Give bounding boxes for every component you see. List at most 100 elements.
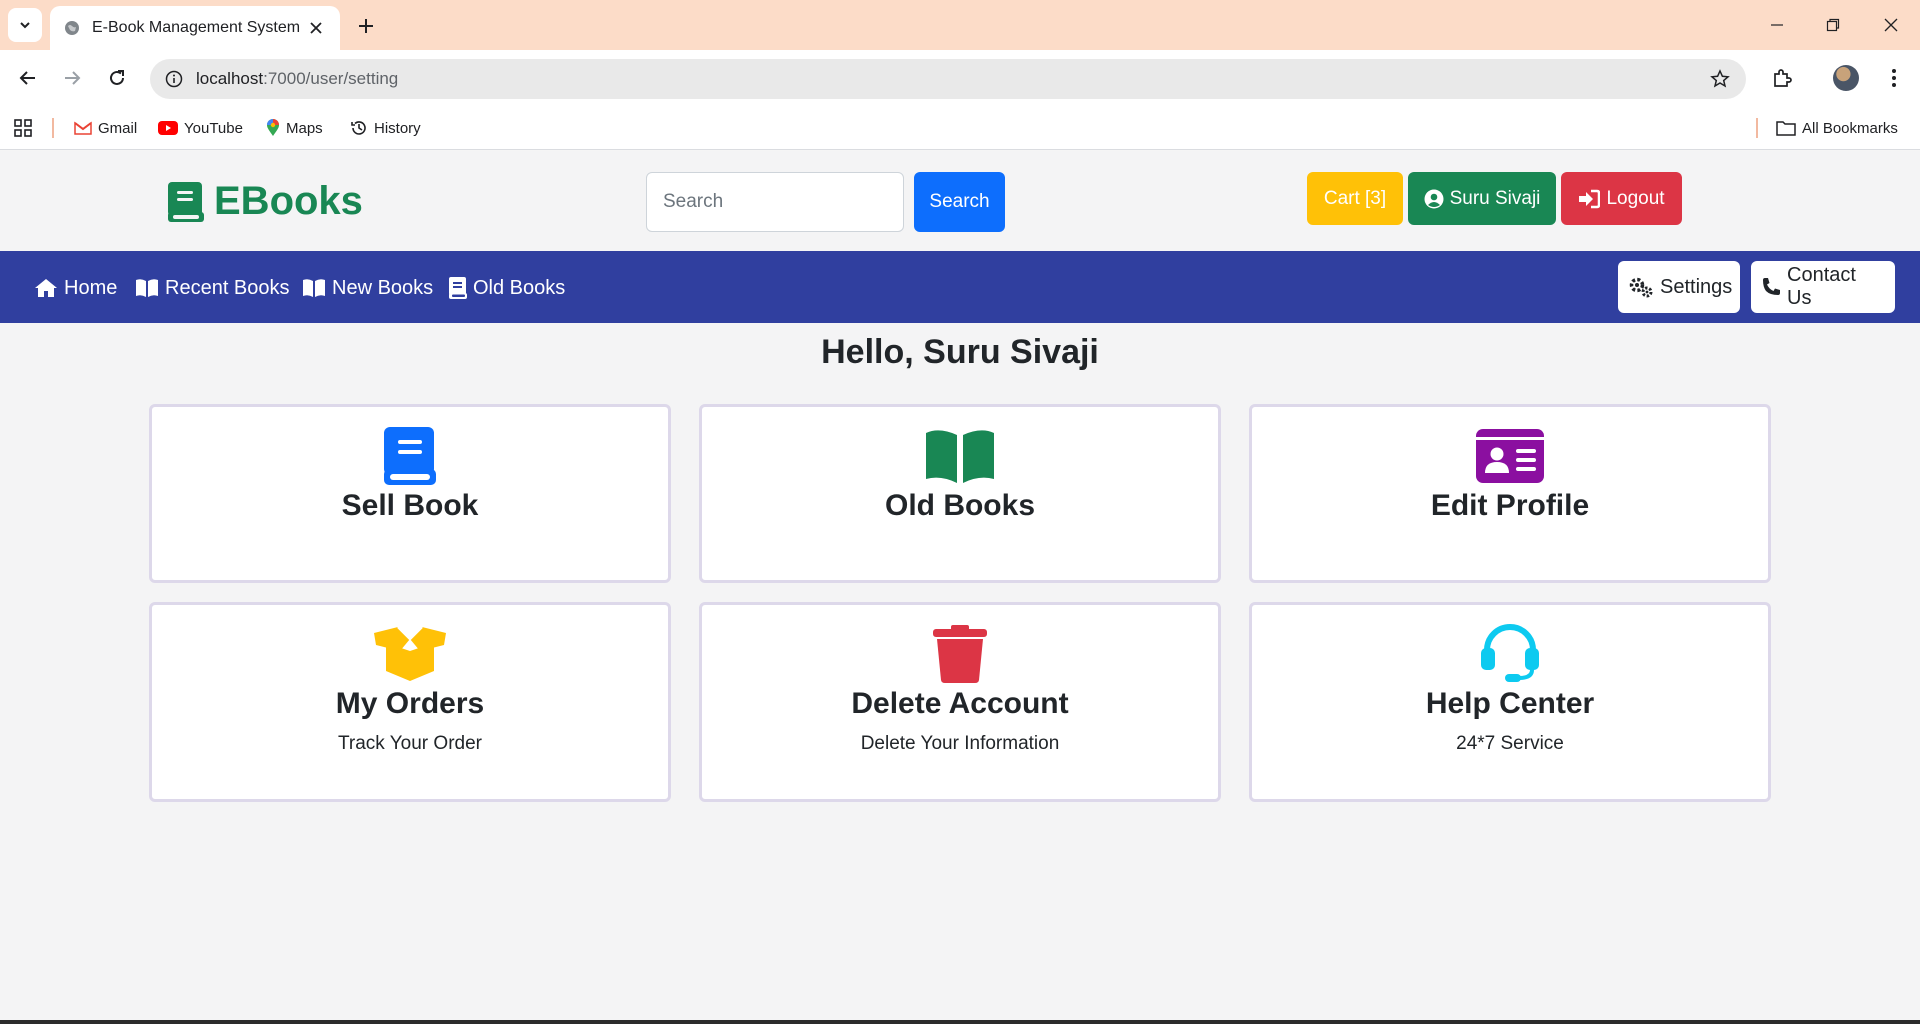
minimize-button[interactable] <box>1762 10 1792 40</box>
cart-button[interactable]: Cart [3] <box>1307 172 1403 225</box>
history-icon <box>350 119 368 137</box>
card-help-center[interactable]: Help Center 24*7 Service <box>1249 602 1771 802</box>
new-tab-button[interactable] <box>352 12 380 40</box>
user-profile-button[interactable]: Suru Sivaji <box>1408 172 1556 225</box>
maps-pin-icon <box>266 119 280 137</box>
nav-recent-books[interactable]: Recent Books <box>135 273 290 303</box>
bookmark-star-icon[interactable] <box>1708 67 1732 91</box>
close-window-button[interactable] <box>1876 10 1906 40</box>
chevron-down-icon <box>20 22 30 29</box>
headset-icon <box>1479 624 1541 683</box>
bookmarks-bar: Gmail YouTube Maps History All Bookmarks <box>0 106 1920 150</box>
minimize-icon <box>1771 24 1783 26</box>
address-bar[interactable]: localhost:7000/user/setting <box>150 59 1746 99</box>
avatar <box>1833 65 1859 91</box>
bookmarks-divider <box>52 118 54 138</box>
bookmark-label: History <box>374 119 421 137</box>
card-title: Delete Account <box>851 687 1069 720</box>
arrow-left-icon <box>19 71 35 85</box>
bookmark-label: YouTube <box>184 119 243 137</box>
logo-text: EBooks <box>214 179 363 223</box>
book-icon <box>449 277 467 299</box>
card-title: Sell Book <box>341 489 479 522</box>
card-edit-profile[interactable]: Edit Profile <box>1249 404 1771 583</box>
site-info-icon[interactable] <box>164 69 184 89</box>
nav-contact-button[interactable]: Contact Us <box>1751 261 1895 313</box>
card-title: Edit Profile <box>1430 489 1590 522</box>
id-card-icon <box>1476 427 1544 485</box>
nav-new-books[interactable]: New Books <box>302 273 433 303</box>
menu-button[interactable] <box>1878 62 1910 94</box>
bookmark-maps[interactable]: Maps <box>266 116 323 140</box>
bookmark-history[interactable]: History <box>350 116 421 140</box>
card-subtitle: 24*7 Service <box>1456 733 1564 754</box>
card-sell-book[interactable]: Sell Book <box>149 404 671 583</box>
page: EBooks Search Cart [3] Suru Sivaji Logou… <box>0 151 1920 1024</box>
nav-settings-label: Settings <box>1660 275 1733 298</box>
all-bookmarks-button[interactable]: All Bookmarks <box>1776 116 1898 140</box>
arrow-right-icon <box>65 71 81 85</box>
book-icon <box>168 181 204 222</box>
tab-title: E-Book Management System <box>92 19 301 36</box>
kebab-menu-icon <box>1892 69 1896 87</box>
card-subtitle: Track Your Order <box>338 733 482 754</box>
tab-search-button[interactable] <box>8 8 42 42</box>
nav-recent-label: Recent Books <box>165 276 290 299</box>
nav-settings-button[interactable]: Settings <box>1618 261 1740 313</box>
logout-button[interactable]: Logout <box>1561 172 1682 225</box>
open-book-icon <box>135 278 159 298</box>
site-header: EBooks Search Cart [3] Suru Sivaji Logou… <box>0 151 1920 251</box>
close-icon <box>1884 18 1898 32</box>
site-logo[interactable]: EBooks <box>168 179 363 224</box>
plus-icon <box>359 19 373 33</box>
nav-home[interactable]: Home <box>34 273 117 303</box>
youtube-icon <box>158 121 178 135</box>
nav-old-label: Old Books <box>473 276 566 299</box>
puzzle-icon <box>1774 69 1792 87</box>
nav-old-books[interactable]: Old Books <box>449 273 565 303</box>
cart-label: Cart [3] <box>1323 187 1387 209</box>
card-my-orders[interactable]: My Orders Track Your Order <box>149 602 671 802</box>
forward-button[interactable] <box>56 62 88 94</box>
globe-icon <box>65 21 79 35</box>
card-delete-account[interactable]: Delete Account Delete Your Information <box>699 602 1221 802</box>
extensions-button[interactable] <box>1766 62 1798 94</box>
bookmark-gmail[interactable]: Gmail <box>74 116 137 140</box>
reload-icon <box>110 70 124 85</box>
logout-label: Logout <box>1606 187 1665 209</box>
card-old-books[interactable]: Old Books <box>699 404 1221 583</box>
url-text: localhost:7000/user/setting <box>196 69 1708 89</box>
restore-icon <box>1826 18 1840 32</box>
folder-icon <box>1776 120 1796 136</box>
search-input[interactable] <box>646 172 904 232</box>
user-circle-icon <box>1424 189 1444 209</box>
browser-tabstrip: E-Book Management System <box>0 0 1920 50</box>
card-title: Old Books <box>884 489 1035 522</box>
url-path: :7000/user/setting <box>263 69 399 88</box>
browser-tab-active[interactable]: E-Book Management System <box>50 6 340 50</box>
tab-close-icon[interactable] <box>306 18 326 38</box>
bookmarks-divider <box>1756 118 1758 138</box>
profile-button[interactable] <box>1830 62 1862 94</box>
sign-in-icon <box>1578 189 1601 209</box>
restore-button[interactable] <box>1818 10 1848 40</box>
phone-icon <box>1761 277 1781 297</box>
card-subtitle: Delete Your Information <box>860 733 1060 754</box>
url-host: localhost <box>196 69 264 88</box>
home-icon <box>34 278 58 298</box>
bookmark-youtube[interactable]: YouTube <box>158 116 243 140</box>
bookmark-label: Gmail <box>98 119 138 137</box>
main-navbar: Home Recent Books New Books Old Books Se… <box>0 251 1920 323</box>
back-button[interactable] <box>12 62 44 94</box>
open-book-icon <box>302 278 326 298</box>
taskbar-edge <box>0 1020 1920 1024</box>
open-book-icon <box>925 427 995 485</box>
apps-button[interactable] <box>14 116 32 140</box>
search-button[interactable]: Search <box>914 172 1005 232</box>
card-title: My Orders <box>335 687 485 720</box>
all-bookmarks-label: All Bookmarks <box>1802 119 1898 137</box>
nav-home-label: Home <box>64 276 118 299</box>
reload-button[interactable] <box>101 62 133 94</box>
box-open-icon <box>374 625 446 683</box>
bookmark-label: Maps <box>286 119 323 137</box>
